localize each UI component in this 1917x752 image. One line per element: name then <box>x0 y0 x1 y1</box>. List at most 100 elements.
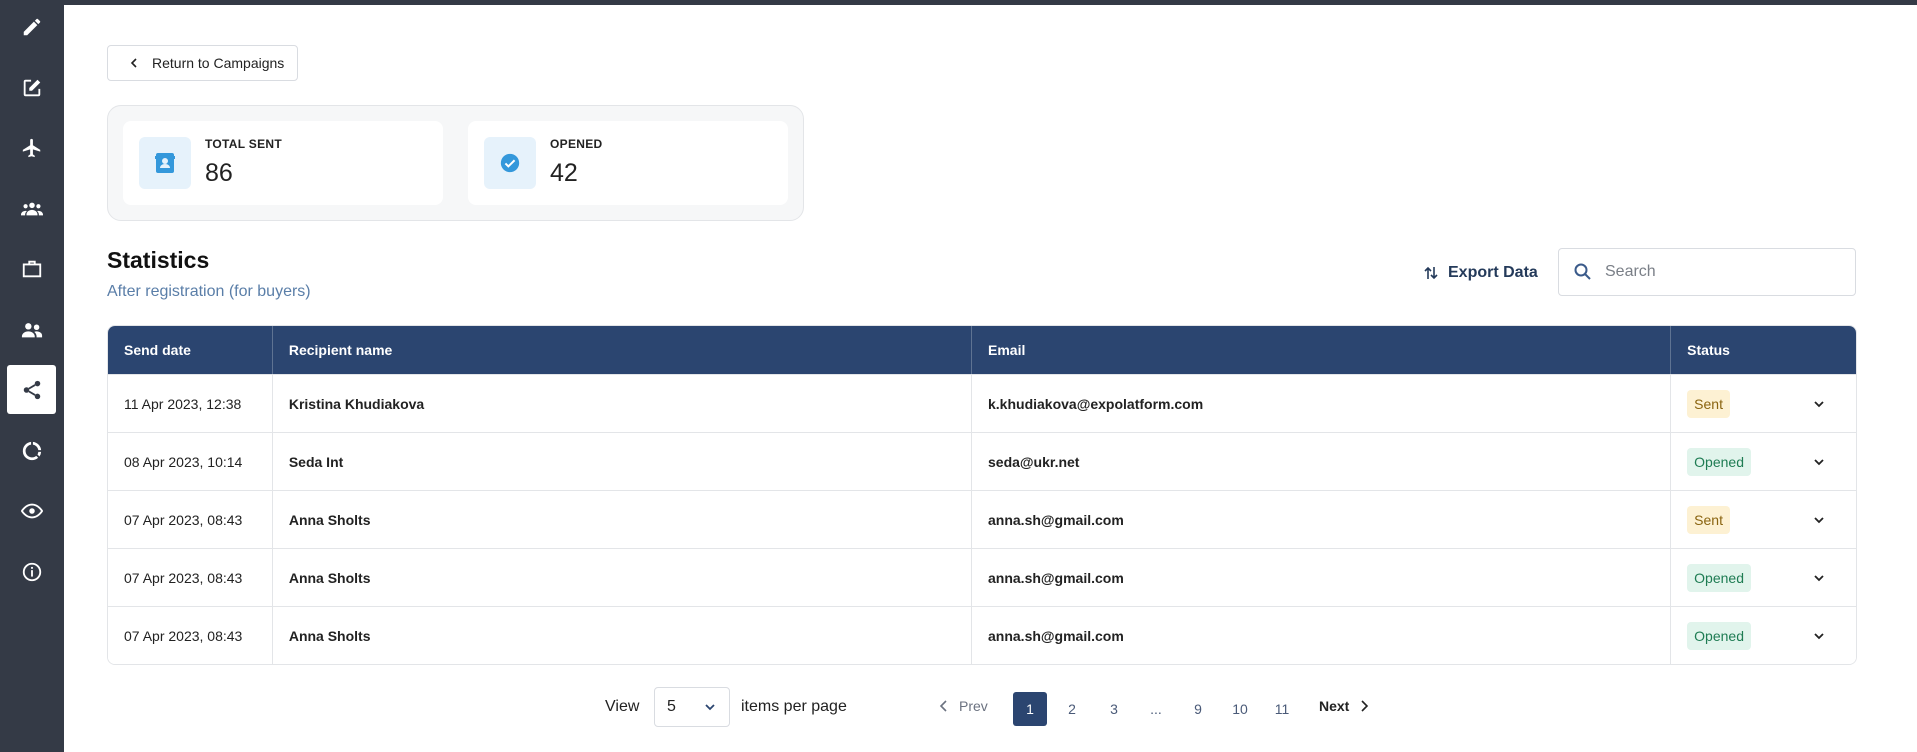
page-title: Statistics <box>107 247 210 273</box>
column-header-recipient-name[interactable]: Recipient name <box>273 326 972 374</box>
page-button-11[interactable]: 11 <box>1265 692 1299 726</box>
pencil-icon <box>23 18 40 35</box>
table-row[interactable]: 07 Apr 2023, 08:43 Anna Sholts anna.sh@g… <box>108 606 1856 664</box>
search-icon <box>1574 263 1591 280</box>
total-sent-value: 86 <box>205 159 233 187</box>
recipient-name-cell: Anna Sholts <box>273 607 972 664</box>
email-cell: anna.sh@gmail.com <box>972 491 1672 548</box>
status-badge: Opened <box>1687 563 1751 592</box>
status-badge: Sent <box>1687 389 1730 418</box>
opened-label: OPENED <box>550 137 603 151</box>
airplane-icon <box>22 138 40 157</box>
statistics-table: Send date Recipient name Email Status 11… <box>107 325 1857 665</box>
send-date-cell: 11 Apr 2023, 12:38 <box>108 375 273 432</box>
export-data-button[interactable]: Export Data <box>1424 264 1538 282</box>
sidebar-item-edit[interactable] <box>7 63 56 112</box>
table-row[interactable]: 07 Apr 2023, 08:43 Anna Sholts anna.sh@g… <box>108 490 1856 548</box>
sidebar-item-pencil[interactable] <box>7 2 56 51</box>
group-icon <box>20 202 43 215</box>
chevron-down-icon[interactable] <box>1812 571 1826 585</box>
status-cell: Sent <box>1671 375 1856 432</box>
chevron-left-icon <box>130 58 137 68</box>
search-input[interactable] <box>1605 263 1835 281</box>
column-header-status[interactable]: Status <box>1671 326 1856 374</box>
edit-square-icon <box>23 79 40 96</box>
status-cell: Opened <box>1671 549 1856 606</box>
view-label: View <box>605 698 640 715</box>
page-ellipsis: ... <box>1150 701 1162 717</box>
chevron-down-icon[interactable] <box>1812 397 1826 411</box>
briefcase-icon <box>22 260 41 277</box>
send-date-cell: 08 Apr 2023, 10:14 <box>108 433 273 490</box>
email-cell: anna.sh@gmail.com <box>972 607 1672 664</box>
opened-value: 42 <box>550 159 578 187</box>
status-cell: Sent <box>1671 491 1856 548</box>
send-date-cell: 07 Apr 2023, 08:43 <box>108 549 273 606</box>
return-to-campaigns-button[interactable]: Return to Campaigns <box>107 45 298 81</box>
sidebar-item-briefcase[interactable] <box>7 244 56 293</box>
sidebar-item-preview[interactable] <box>7 486 56 535</box>
search-box <box>1558 248 1856 296</box>
return-button-label: Return to Campaigns <box>152 55 285 71</box>
page-button-10[interactable]: 10 <box>1223 692 1257 726</box>
status-badge: Sent <box>1687 505 1730 534</box>
sidebar-item-groups[interactable] <box>7 184 56 233</box>
items-per-page-value: 5 <box>667 698 676 715</box>
prev-label: Prev <box>959 698 988 714</box>
recipient-name-cell: Anna Sholts <box>273 491 972 548</box>
sidebar-item-analytics[interactable] <box>7 426 56 475</box>
status-cell: Opened <box>1671 433 1856 490</box>
items-per-page-select[interactable]: 5 <box>654 687 730 727</box>
send-date-cell: 07 Apr 2023, 08:43 <box>108 607 273 664</box>
sidebar-item-info[interactable] <box>7 547 56 596</box>
sidebar-item-share[interactable] <box>7 365 56 414</box>
contact-card-icon <box>155 153 175 173</box>
stat-card-total-sent: TOTAL SENT 86 <box>123 121 443 205</box>
total-sent-label: TOTAL SENT <box>205 137 283 151</box>
page-subtitle: After registration (for buyers) <box>107 283 311 300</box>
chevron-down-icon <box>705 704 715 711</box>
status-badge: Opened <box>1687 621 1751 650</box>
page-button-1[interactable]: 1 <box>1013 692 1047 726</box>
share-icon <box>23 380 40 399</box>
stat-card-opened: OPENED 42 <box>468 121 788 205</box>
items-per-page-label: items per page <box>741 698 847 715</box>
status-cell: Opened <box>1671 607 1856 664</box>
status-badge: Opened <box>1687 447 1751 476</box>
export-data-label: Export Data <box>1448 264 1538 281</box>
table-row[interactable]: 07 Apr 2023, 08:43 Anna Sholts anna.sh@g… <box>108 548 1856 606</box>
stat-icon-wrapper <box>139 137 191 189</box>
email-cell: seda@ukr.net <box>972 433 1672 490</box>
chevron-down-icon[interactable] <box>1812 629 1826 643</box>
next-label: Next <box>1319 698 1350 714</box>
pagination: View 5 items per page Prev 1 2 3 ... 9 1… <box>64 687 1917 727</box>
recipient-name-cell: Kristina Khudiakova <box>273 375 972 432</box>
email-cell: k.khudiakova@expolatform.com <box>972 375 1672 432</box>
send-date-cell: 07 Apr 2023, 08:43 <box>108 491 273 548</box>
sidebar <box>0 0 64 752</box>
recipient-name-cell: Seda Int <box>273 433 972 490</box>
table-header: Send date Recipient name Email Status <box>108 326 1856 374</box>
column-header-send-date[interactable]: Send date <box>108 326 273 374</box>
stats-summary: TOTAL SENT 86 OPENED 42 <box>107 105 804 221</box>
prev-page-button[interactable]: Prev <box>939 698 988 714</box>
donut-chart-icon <box>22 441 41 460</box>
chevron-down-icon[interactable] <box>1812 455 1826 469</box>
sort-arrows-icon <box>1424 266 1438 280</box>
column-header-email[interactable]: Email <box>972 326 1672 374</box>
sidebar-item-people[interactable] <box>7 305 56 354</box>
page-button-2[interactable]: 2 <box>1055 692 1089 726</box>
info-icon <box>22 562 41 581</box>
main-content: Return to Campaigns TOTAL SENT 86 OPENED… <box>64 5 1917 752</box>
page-button-9[interactable]: 9 <box>1181 692 1215 726</box>
chevron-down-icon[interactable] <box>1812 513 1826 527</box>
people-icon <box>21 322 42 337</box>
next-page-button[interactable]: Next <box>1319 698 1369 714</box>
sidebar-item-flights[interactable] <box>7 123 56 172</box>
chevron-right-icon <box>1361 700 1369 712</box>
eye-icon <box>20 503 43 518</box>
chevron-left-icon <box>939 700 947 712</box>
page-button-3[interactable]: 3 <box>1097 692 1131 726</box>
table-row[interactable]: 08 Apr 2023, 10:14 Seda Int seda@ukr.net… <box>108 432 1856 490</box>
table-row[interactable]: 11 Apr 2023, 12:38 Kristina Khudiakova k… <box>108 374 1856 432</box>
